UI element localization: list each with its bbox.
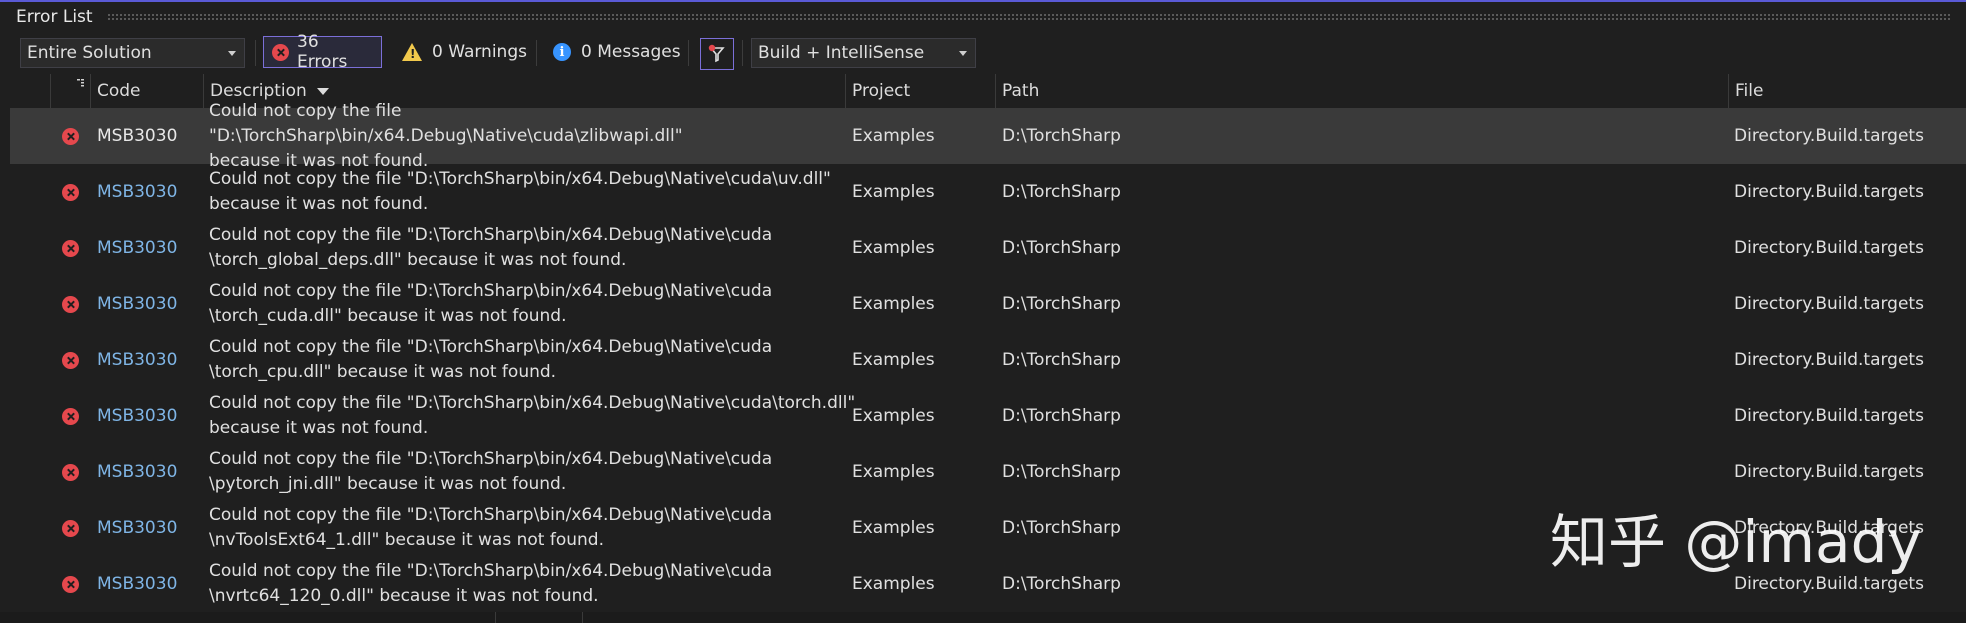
sort-descending-icon — [316, 87, 329, 95]
chevron-down-icon — [228, 51, 236, 56]
row-file: Directory.Build.targets — [1734, 238, 1924, 258]
window-title: Error List — [16, 7, 93, 27]
error-icon — [272, 43, 289, 61]
row-path: D:\TorchSharp — [1002, 126, 1121, 146]
row-file: Directory.Build.targets — [1734, 182, 1924, 202]
scope-dropdown[interactable]: Entire Solution — [20, 38, 245, 68]
row-project: Examples — [852, 294, 935, 314]
row-project: Examples — [852, 126, 935, 146]
row-description: Could not copy the file "D:\TorchSharp\b… — [209, 337, 773, 382]
table-row[interactable]: MSB3030 Could not copy the file "D:\Torc… — [10, 444, 1966, 500]
row-description: Could not copy the file "D:\TorchSharp\b… — [209, 505, 773, 550]
row-file: Directory.Build.targets — [1734, 126, 1924, 146]
row-file: Directory.Build.targets — [1734, 294, 1924, 314]
row-path: D:\TorchSharp — [1002, 238, 1121, 258]
toolbar-separator — [742, 40, 743, 66]
row-path: D:\TorchSharp — [1002, 294, 1121, 314]
errors-count-label: 36 Errors — [297, 32, 348, 72]
warning-icon: ! — [402, 43, 422, 61]
column-header-project-label: Project — [852, 81, 911, 101]
scrollbar-divider — [582, 612, 583, 623]
warnings-count-label: 0 Warnings — [432, 42, 527, 62]
row-description: Could not copy the file "D:\TorchSharp\b… — [209, 100, 683, 171]
row-path: D:\TorchSharp — [1002, 406, 1121, 426]
row-path: D:\TorchSharp — [1002, 518, 1121, 538]
row-code-link[interactable]: MSB3030 — [97, 164, 177, 220]
table-row[interactable]: MSB3030 Could not copy the file "D:\Torc… — [10, 332, 1966, 388]
toolbar-separator — [536, 40, 537, 66]
row-code: MSB3030 — [97, 126, 178, 146]
source-dropdown-value: Build + IntelliSense — [758, 43, 925, 63]
toolbar-separator — [688, 40, 689, 66]
warnings-filter-button[interactable]: ! 0 Warnings — [394, 36, 535, 68]
row-code-link[interactable]: MSB3030 — [97, 500, 177, 556]
error-icon — [62, 556, 79, 612]
table-row[interactable]: MSB3030 Could not copy the file "D:\Torc… — [10, 164, 1966, 220]
row-code-link[interactable]: MSB3030 — [97, 388, 177, 444]
scrollbar-divider — [495, 612, 496, 623]
error-icon — [62, 108, 79, 164]
column-header-path[interactable]: Path — [995, 74, 1728, 108]
source-dropdown[interactable]: Build + IntelliSense — [751, 38, 976, 68]
column-header-code-label: Code — [97, 81, 141, 101]
column-header-file[interactable]: File — [1728, 74, 1966, 108]
row-project: Examples — [852, 238, 935, 258]
column-header-path-label: Path — [1002, 81, 1040, 101]
row-description: Could not copy the file "D:\TorchSharp\b… — [209, 393, 856, 438]
row-path: D:\TorchSharp — [1002, 182, 1121, 202]
filter-icon — [708, 44, 725, 63]
row-code-link[interactable]: MSB3030 — [97, 276, 177, 332]
horizontal-scrollbar[interactable] — [0, 612, 1966, 623]
row-project: Examples — [852, 518, 935, 538]
row-project: Examples — [852, 574, 935, 594]
column-options-icon — [77, 79, 84, 87]
watermark: 知乎 @imady — [1550, 508, 1922, 576]
table-row[interactable]: MSB3030 Could not copy the file "D:\Torc… — [10, 220, 1966, 276]
row-path: D:\TorchSharp — [1002, 574, 1121, 594]
error-icon — [62, 500, 79, 556]
column-header-code[interactable]: Code — [90, 74, 203, 108]
info-icon: i — [553, 43, 571, 61]
messages-filter-button[interactable]: i 0 Messages — [545, 36, 689, 68]
row-path: D:\TorchSharp — [1002, 350, 1121, 370]
error-icon — [62, 164, 79, 220]
table-row[interactable]: MSB3030 Could not copy the file "D:\Torc… — [10, 100, 1966, 171]
row-file: Directory.Build.targets — [1734, 462, 1924, 482]
drag-grip[interactable] — [106, 13, 1952, 21]
table-row[interactable]: MSB3030 Could not copy the file "D:\Torc… — [10, 276, 1966, 332]
error-icon — [62, 444, 79, 500]
chevron-down-icon — [959, 51, 967, 56]
row-project: Examples — [852, 406, 935, 426]
errors-filter-button[interactable]: 36 Errors — [263, 32, 382, 72]
messages-count-label: 0 Messages — [581, 42, 681, 62]
row-description: Could not copy the file "D:\TorchSharp\b… — [209, 561, 773, 606]
row-code-link[interactable]: MSB3030 — [97, 220, 177, 276]
column-header-project[interactable]: Project — [845, 74, 995, 108]
column-header-file-label: File — [1735, 81, 1764, 101]
error-icon — [62, 332, 79, 388]
row-project: Examples — [852, 350, 935, 370]
row-description: Could not copy the file "D:\TorchSharp\b… — [209, 449, 773, 494]
filter-button[interactable] — [700, 38, 734, 70]
row-description: Could not copy the file "D:\TorchSharp\b… — [209, 169, 831, 214]
row-code-link[interactable]: MSB3030 — [97, 556, 177, 612]
error-icon — [62, 276, 79, 332]
title-bar[interactable]: Error List — [0, 2, 1966, 32]
row-path: D:\TorchSharp — [1002, 462, 1121, 482]
row-file: Directory.Build.targets — [1734, 350, 1924, 370]
row-code-link[interactable]: MSB3030 — [97, 444, 177, 500]
toolbar-separator — [255, 40, 256, 66]
row-project: Examples — [852, 462, 935, 482]
row-code-link[interactable]: MSB3030 — [97, 332, 177, 388]
row-description: Could not copy the file "D:\TorchSharp\b… — [209, 225, 773, 270]
table-row[interactable]: MSB3030 Could not copy the file "D:\Torc… — [10, 388, 1966, 444]
scope-dropdown-value: Entire Solution — [27, 43, 152, 63]
row-description: Could not copy the file "D:\TorchSharp\b… — [209, 281, 773, 326]
row-file: Directory.Build.targets — [1734, 406, 1924, 426]
error-icon — [62, 388, 79, 444]
row-project: Examples — [852, 182, 935, 202]
error-icon — [62, 220, 79, 276]
column-header-icon[interactable] — [50, 74, 90, 108]
